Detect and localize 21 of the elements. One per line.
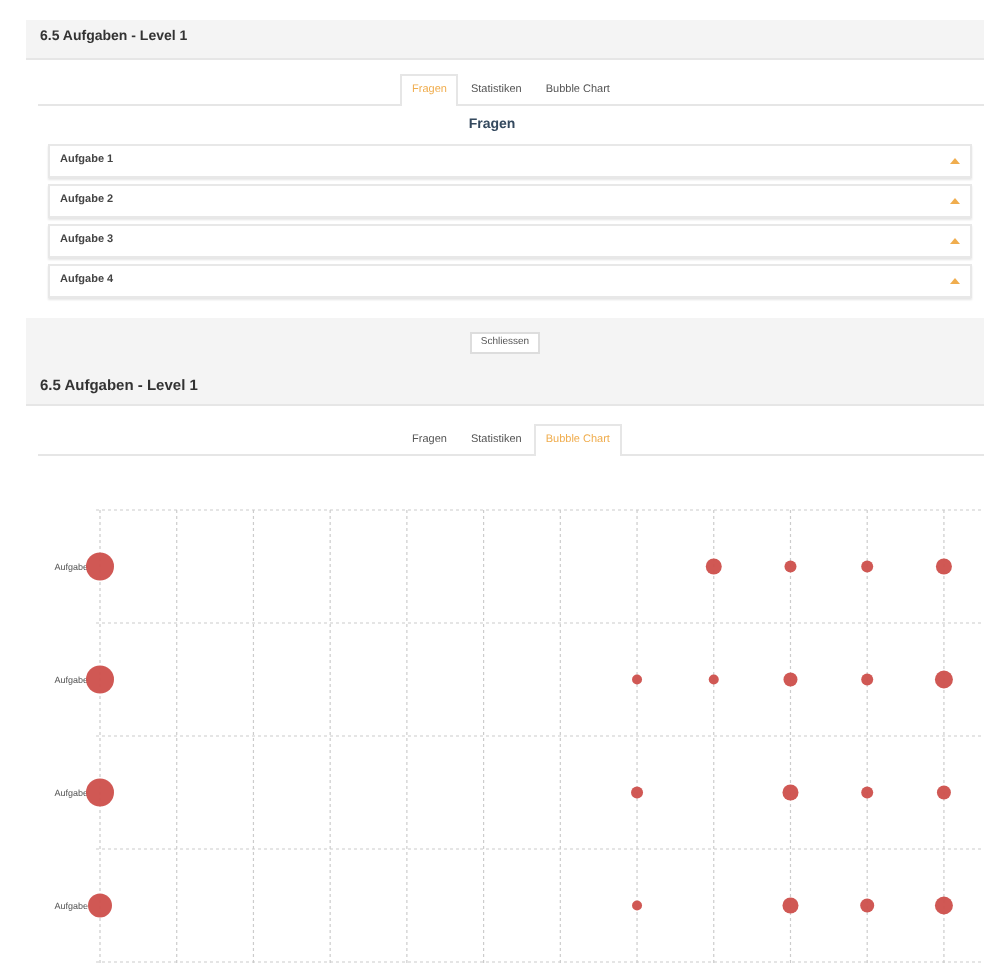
bubble [86, 665, 114, 694]
bubble [632, 900, 643, 911]
bubble [860, 898, 875, 913]
bubble [708, 674, 719, 685]
bubble [88, 893, 112, 918]
bubble [861, 673, 874, 686]
bubble [861, 786, 874, 799]
bubble [86, 552, 114, 581]
bubble [784, 560, 797, 573]
bubble [934, 896, 953, 915]
bubble [861, 560, 874, 573]
bubble [782, 784, 799, 801]
bubble [936, 785, 951, 800]
bubble [783, 672, 798, 687]
bubble [705, 558, 722, 575]
bubble [935, 558, 952, 575]
bubble [86, 778, 114, 807]
bubble [934, 670, 953, 689]
bubble [782, 897, 799, 914]
bubble [631, 786, 644, 799]
bubble [632, 674, 643, 685]
